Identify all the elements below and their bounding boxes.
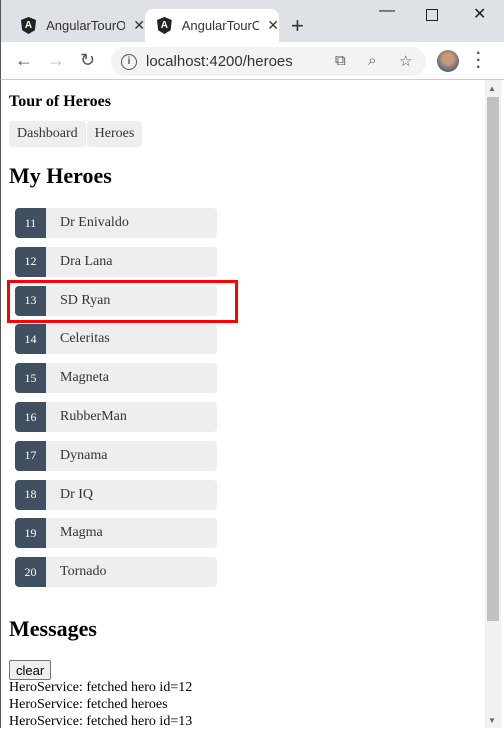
hero-id-badge: 20 bbox=[15, 557, 46, 588]
hero-item[interactable]: 15 Magneta bbox=[15, 363, 217, 394]
new-tab-button[interactable]: + bbox=[291, 13, 304, 39]
back-button[interactable]: ← bbox=[15, 50, 33, 71]
heroes-heading: My Heroes bbox=[9, 163, 112, 188]
translate-icon[interactable]: ⧉ bbox=[335, 52, 346, 69]
star-icon[interactable]: ☆ bbox=[399, 52, 412, 70]
hero-id-badge: 18 bbox=[15, 479, 46, 510]
hero-item[interactable]: 16 RubberMan bbox=[15, 402, 217, 432]
hero-id-badge: 15 bbox=[15, 363, 46, 394]
hero-name: Dr Enivaldo bbox=[60, 215, 129, 230]
messages-heading: Messages bbox=[9, 616, 97, 641]
hero-id-badge: 17 bbox=[15, 440, 46, 471]
scroll-up-icon[interactable]: ▲ bbox=[488, 84, 496, 93]
page-content: Tour of Heroes Dashboard Heroes My Heroe… bbox=[0, 80, 485, 729]
message-item: HeroService: fetched hero id=12 bbox=[9, 680, 193, 695]
hero-id-badge: 16 bbox=[15, 402, 46, 432]
hero-item[interactable]: 11 Dr Enivaldo bbox=[15, 208, 217, 238]
avatar[interactable] bbox=[437, 50, 459, 72]
hero-name: Dynama bbox=[60, 447, 108, 463]
zoom-icon[interactable]: ⌕ bbox=[368, 52, 376, 69]
scrollbar-thumb[interactable] bbox=[487, 97, 499, 621]
hero-name: Dr IQ bbox=[60, 486, 94, 502]
address-bar[interactable]: i localhost:4200/heroes ⧉ ⌕ ☆ bbox=[111, 47, 426, 76]
hero-id-badge: 11 bbox=[15, 208, 46, 238]
hero-name: Dra Lana bbox=[60, 253, 113, 269]
browser-toolbar: ← → ↻ i localhost:4200/heroes ⧉ ⌕ ☆ · · · bbox=[0, 42, 504, 80]
close-window-button[interactable]: ✕ bbox=[473, 4, 486, 24]
forward-button[interactable]: → bbox=[47, 50, 65, 71]
hero-name: Tornado bbox=[60, 564, 107, 580]
angular-icon: A bbox=[157, 17, 172, 34]
maximize-button[interactable] bbox=[426, 9, 438, 21]
url-text: localhost:4200/heroes bbox=[146, 53, 293, 70]
tab-title: AngularTourOfHeroes bbox=[181, 18, 260, 33]
tab-title: AngularTourOfHeroes bbox=[46, 18, 126, 33]
hero-name: Magma bbox=[60, 525, 103, 541]
tab-1[interactable]: A AngularTourOfHeroes ✕ bbox=[9, 9, 145, 42]
angular-icon: A bbox=[21, 17, 37, 34]
scrollbar[interactable]: ▲ ▼ bbox=[485, 80, 501, 728]
close-tab-icon[interactable]: ✕ bbox=[267, 17, 279, 34]
app-title: Tour of Heroes bbox=[9, 93, 111, 110]
nav-dashboard[interactable]: Dashboard bbox=[9, 121, 86, 147]
hero-item[interactable]: 18 Dr IQ bbox=[15, 479, 217, 510]
minimize-button[interactable]: — bbox=[379, 2, 395, 20]
hero-id-badge: 19 bbox=[15, 518, 46, 549]
hero-id-badge: 14 bbox=[15, 324, 46, 355]
hero-name: RubberMan bbox=[60, 409, 127, 424]
reload-button[interactable]: ↻ bbox=[80, 50, 95, 71]
nav-heroes[interactable]: Heroes bbox=[86, 121, 143, 147]
clear-button[interactable]: clear bbox=[9, 660, 52, 680]
scroll-down-icon[interactable]: ▼ bbox=[488, 716, 496, 725]
hero-item[interactable]: 12 Dra Lana bbox=[15, 246, 217, 277]
close-tab-icon[interactable]: ✕ bbox=[133, 17, 145, 34]
hero-item[interactable]: 14 Celeritas bbox=[15, 324, 217, 355]
hero-name: Celeritas bbox=[60, 331, 110, 347]
hero-item[interactable]: 20 Tornado bbox=[15, 557, 217, 588]
tab-strip: A AngularTourOfHeroes ✕ A AngularTourOfH… bbox=[0, 0, 504, 42]
hero-item[interactable]: 17 Dynama bbox=[15, 440, 217, 471]
menu-icon[interactable]: · · · bbox=[476, 46, 481, 76]
tab-2[interactable]: A AngularTourOfHeroes ✕ bbox=[145, 9, 279, 42]
app-nav: Dashboard Heroes bbox=[9, 121, 143, 147]
info-icon[interactable]: i bbox=[121, 53, 137, 70]
hero-name: Magneta bbox=[60, 370, 109, 386]
message-item: HeroService: fetched heroes bbox=[9, 697, 168, 712]
hero-id-badge: 12 bbox=[15, 246, 46, 277]
highlight-box bbox=[7, 280, 238, 323]
hero-item[interactable]: 19 Magma bbox=[15, 518, 217, 549]
